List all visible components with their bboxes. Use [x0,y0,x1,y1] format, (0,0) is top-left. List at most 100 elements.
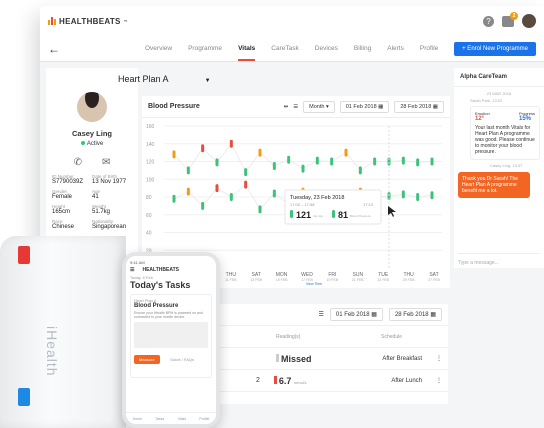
phone-tab-tasks[interactable]: Tasks [155,417,164,421]
brand-name: HEALTHBEATS [59,16,121,26]
top-bar: HEALTHBEATS ™ ? 2 [40,6,544,36]
diastolic-point [430,191,434,200]
systolic-point [330,157,334,166]
diastolic-point [229,193,233,201]
plan-selector[interactable]: Heart Plan A ▼ [118,74,211,84]
tooltip-date: Tuesday, 23 Feb 2018 [290,195,344,201]
tooltip-time: 17:00 – 17:58 [290,202,315,207]
chat-sender: Sarah Park, 13:22 [470,98,503,103]
y-tick-label: 140 [146,142,155,148]
back-arrow-icon[interactable]: ← [48,42,60,56]
menu-icon[interactable]: ☰ [130,267,134,273]
x-tick-date: 27 FEB [428,278,440,282]
systolic-point [272,161,276,170]
tab-caretask[interactable]: CareTask [271,45,298,52]
measure-button[interactable]: Measure [134,355,160,364]
phone-date: Today, 6 Feb [130,275,153,280]
systolic-point [244,168,248,177]
enrol-programme-button[interactable]: + Enrol New Programme [454,41,536,56]
chart-view-icon[interactable]: ⇹ [284,104,289,110]
tab-billing[interactable]: Billing [354,45,371,52]
phone-icon[interactable]: ✆ [74,157,82,168]
chat-reply: Thank you Dr Sarah! The Heart Plan A pro… [458,172,530,198]
field-gender: Gender Female [52,189,73,200]
diastolic-point [201,201,205,210]
tooltip-sys-value: 121 [296,210,311,220]
metric-progress: Progress 15% [518,111,535,122]
reading-missed: Missed [276,353,312,364]
mail-icon[interactable]: ✉ [102,157,110,168]
phone-tab-bar: Home Tasks Vitals Profile [126,412,216,424]
systolic-point [287,155,291,164]
date-from-field[interactable]: 01 Feb 2018 ▦ [339,100,390,113]
user-avatar[interactable] [522,14,536,28]
more-icon[interactable]: ⋮ [436,355,442,362]
device-power-button [18,388,30,406]
list-view-icon[interactable]: ☰ [293,104,298,110]
diastolic-point [272,189,276,198]
healthbeats-logo[interactable]: HEALTHBEATS ™ [48,17,128,26]
field-age: Age 41 [92,189,101,200]
tab-devices[interactable]: Devices [315,45,338,52]
y-tick-label: 120 [146,160,155,166]
mobile-phone: 9:41 AM ☰ HEALTHBEATS Today, 6 Feb Today… [122,252,220,428]
task-row[interactable]: Missed After Breakfast ⋮ [190,348,448,370]
bp-card-title: Blood Pressure [148,103,200,110]
tasks-card: ☰ 01 Feb 2018 ▦ 28 Feb 2018 ▦ Reading(s)… [190,304,448,404]
tasks-date-from[interactable]: 01 Feb 2018 ▦ [329,308,383,321]
task-row[interactable]: 2 6.7 mmol/L After Lunch ⋮ [190,370,448,392]
phone-tab-home[interactable]: Home [133,417,142,421]
notification-icon[interactable]: 2 [502,11,518,27]
plan-title: Heart Plan A [118,74,169,84]
device-start-button [18,246,30,264]
patient-name: Casey Ling [71,129,112,138]
systolic-point [229,139,233,148]
dropdown-caret-icon: ▼ [204,78,211,84]
tab-overview[interactable]: Overview [145,45,172,52]
schedule-breakfast: After Breakfast [382,355,422,362]
chat-input[interactable]: Type a message... [458,253,540,266]
tooltip-dia-value: 81 [338,210,348,220]
diastolic-point [186,187,190,196]
help-icon[interactable]: ? [483,15,494,27]
x-tick-date: 11 FEB [225,278,237,282]
diastolic-point [244,180,248,189]
view-time-link: View Time [306,282,322,286]
field-date-of-birth: Date of Birth 13 Nov 1977 [92,174,127,185]
systolic-point [416,158,420,167]
diastolic-point [215,184,219,193]
period-select[interactable]: Month ▾ [303,100,335,113]
patient-photo [77,92,107,122]
list-view-icon[interactable]: ☰ [319,311,324,318]
date-to-field[interactable]: 28 Feb 2018 ▦ [394,100,444,113]
systolic-point [215,158,219,167]
tooltip-dia-label: Blood Pressure [350,214,371,218]
tooltip-dia-marker [332,210,335,218]
chat-title: Alpha CareTeam [454,68,544,87]
tooltip-time-right: 17:10 [363,202,374,207]
x-tick-date: 15 FEB [276,278,288,282]
logo-bars-icon [48,17,56,25]
x-tick-date: 25 FEB [403,278,415,282]
phone-status-bar: 9:41 AM [126,256,216,267]
diastolic-point [172,194,176,203]
phone-tab-profile[interactable]: Profile [199,417,209,421]
phone-title: Today's Tasks [130,280,191,290]
tab-profile[interactable]: Profile [420,45,438,52]
tab-vitals[interactable]: Vitals [238,45,256,61]
field-height: Height 165cm [52,204,71,215]
row-fragment: 2 [256,377,260,384]
systolic-point [301,164,305,173]
x-tick-date: 21 FEB [352,278,364,282]
reply-sender: Casey Ling, 13:37 [490,163,523,168]
field-id-number: ID Number S7790039Z [52,174,84,185]
tab-programme[interactable]: Programme [188,45,222,52]
field-weight: Weight 51.7kg [92,204,111,215]
field-race: Race Chinese [52,219,75,230]
tab-alerts[interactable]: Alerts [387,45,404,52]
phone-task-card[interactable]: Heart Plan A Blood Pressure Ensure your … [130,294,212,378]
tasks-date-to[interactable]: 28 Feb 2018 ▦ [388,308,442,321]
more-icon[interactable]: ⋮ [436,377,442,384]
guide-link[interactable]: Guide / FAQs [170,357,194,362]
phone-tab-vitals[interactable]: Vitals [178,417,187,421]
